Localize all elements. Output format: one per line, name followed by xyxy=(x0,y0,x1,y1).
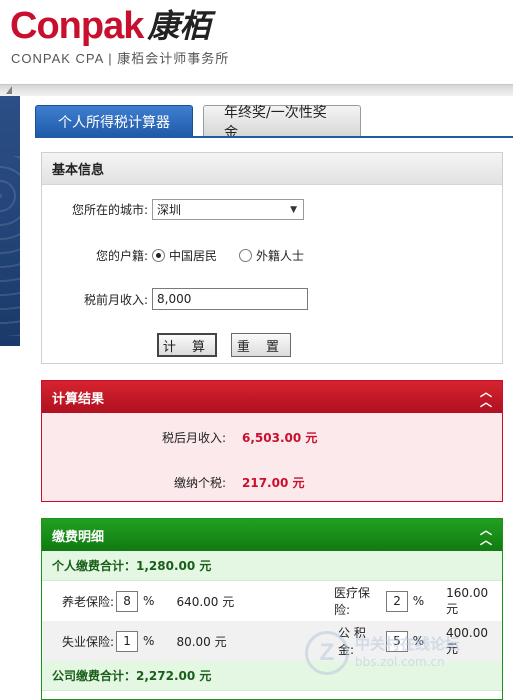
pension-unit: % xyxy=(143,594,155,608)
watermark-text: 中关村在线论坛 bbs.zol.com.cn xyxy=(355,635,460,671)
income-label: 税前月收入: xyxy=(83,292,148,307)
personal-total: 个人缴费合计：1,280.00 元 xyxy=(42,551,502,581)
medical-label: 医疗保险: xyxy=(334,586,371,617)
after-tax-row: 税后月收入: 6,503.00 元 xyxy=(42,429,502,446)
tax-row: 缴纳个税: 217.00 元 xyxy=(42,474,502,491)
unemployment-amount: 80.00 元 xyxy=(176,634,227,649)
watermark-line1: 中关村在线论坛 xyxy=(355,635,461,653)
fee-detail-header[interactable]: 缴费明细 ︿ ︿ xyxy=(42,519,502,551)
chevron-down-icon: ▼ xyxy=(290,204,297,215)
collapse-icon[interactable]: ︿ ︿ xyxy=(480,524,492,546)
result-title: 计算结果 xyxy=(52,391,105,407)
result-header[interactable]: 计算结果 ︿ ︿ xyxy=(42,381,502,413)
income-row: 税前月收入: 8,000 xyxy=(42,288,308,310)
unemployment-item: 失业保险: 1 % 80.00 元 xyxy=(62,630,227,652)
residence-label: 您的户籍: xyxy=(95,249,148,263)
medical-unit: % xyxy=(412,594,425,608)
logo-wordmark: Conpak xyxy=(10,5,144,47)
basic-info-panel: 基本信息 您所在的城市: 深圳 ▼ 您的户籍: 中国居民 外籍人士 税前月收入:… xyxy=(41,152,503,364)
unemployment-unit: % xyxy=(143,634,155,648)
medical-rate-input[interactable]: 2 xyxy=(386,590,408,612)
zol-watermark: Z 中关村在线论坛 bbs.zol.com.cn xyxy=(305,628,513,678)
corner-arrow-icon xyxy=(6,86,12,94)
left-decorative-band xyxy=(0,96,20,346)
action-buttons: 计 算 重 置 xyxy=(157,333,291,357)
site-header: Conpak 康栢 CONPAK CPA | 康栢会计师事务所 xyxy=(0,0,513,82)
watermark-line2: bbs.zol.com.cn xyxy=(355,655,445,669)
conpak-logo[interactable]: Conpak 康栢 xyxy=(10,6,211,46)
city-select-value: 深圳 xyxy=(157,203,182,217)
after-tax-value: 6,503.00 元 xyxy=(242,431,318,445)
fee-row-1: 养老保险: 8 % 640.00 元 医疗保险: 2 % 160.00 元 xyxy=(42,581,502,621)
tab-income-tax-calculator[interactable]: 个人所得税计算器 xyxy=(35,105,193,137)
radio-checked-icon[interactable] xyxy=(152,249,165,262)
calculator-tabs: 个人所得税计算器 年终奖/一次性奖金 xyxy=(35,105,361,141)
medical-amount: 160.00 元 xyxy=(446,585,489,616)
unemployment-rate-input[interactable]: 1 xyxy=(116,630,139,652)
frame-top-bar xyxy=(0,84,513,96)
unemployment-label: 失业保险: xyxy=(62,634,115,649)
logo-subtitle: CONPAK CPA | 康栢会计师事务所 xyxy=(11,51,230,66)
tax-label: 缴纳个税: xyxy=(173,476,226,490)
reset-button[interactable]: 重 置 xyxy=(231,333,291,357)
pension-rate-input[interactable]: 8 xyxy=(116,590,139,612)
after-tax-label: 税后月收入: xyxy=(161,431,226,445)
medical-item: 医疗保险: 2 % 160.00 元 xyxy=(334,584,502,618)
radio-unchecked-icon[interactable] xyxy=(239,249,253,262)
radio-foreigner[interactable]: 外籍人士 xyxy=(239,247,304,264)
zol-logo-icon: Z xyxy=(305,631,349,675)
tabs-underline xyxy=(35,136,513,138)
city-select[interactable]: 深圳 ▼ xyxy=(152,199,304,220)
tab-annual-bonus[interactable]: 年终奖/一次性奖金 xyxy=(203,105,361,141)
radio-chinese-resident-label: 中国居民 xyxy=(169,249,218,263)
logo-chinese: 康栢 xyxy=(147,7,212,45)
pension-amount: 640.00 元 xyxy=(176,594,235,609)
calculate-button[interactable]: 计 算 xyxy=(157,333,217,357)
tax-value: 217.00 元 xyxy=(242,476,305,490)
city-row: 您所在的城市: 深圳 ▼ xyxy=(42,199,304,220)
pension-item: 养老保险: 8 % 640.00 元 xyxy=(62,590,235,612)
fee-detail-title: 缴费明细 xyxy=(52,529,105,545)
collapse-icon[interactable]: ︿ ︿ xyxy=(480,386,492,408)
result-panel: 计算结果 ︿ ︿ 税后月收入: 6,503.00 元 缴纳个税: 217.00 元 xyxy=(41,380,503,502)
basic-info-header: 基本信息 xyxy=(42,153,502,185)
city-label: 您所在的城市: xyxy=(71,203,148,217)
residence-row: 您的户籍: 中国居民 外籍人士 xyxy=(42,247,326,264)
radio-chinese-resident[interactable]: 中国居民 xyxy=(152,247,217,264)
monthly-income-input[interactable]: 8,000 xyxy=(152,288,308,310)
radio-foreigner-label: 外籍人士 xyxy=(256,249,305,263)
basic-info-title: 基本信息 xyxy=(52,163,105,178)
pension-label: 养老保险: xyxy=(62,594,115,609)
